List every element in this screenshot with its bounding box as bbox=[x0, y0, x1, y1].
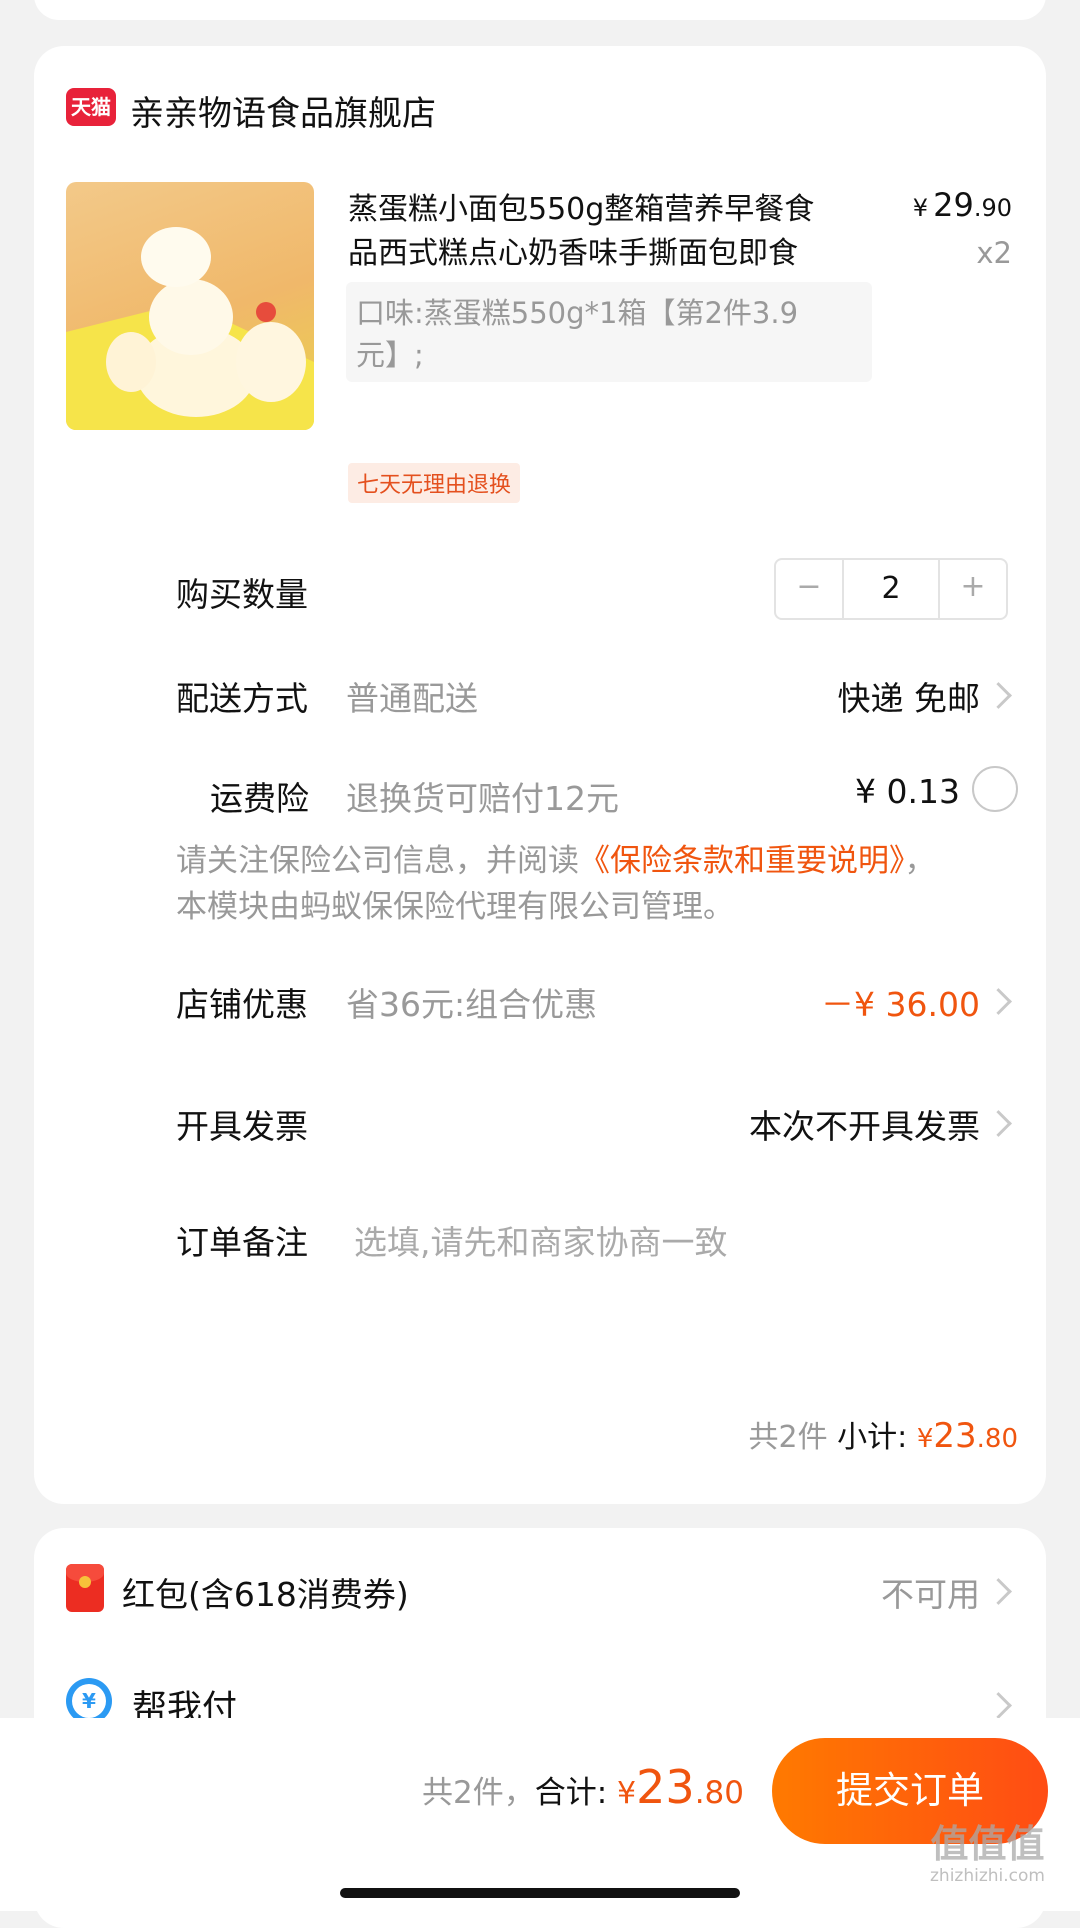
discount-desc: 省36元:组合优惠 bbox=[346, 985, 598, 1024]
quantity-stepper[interactable]: − 2 + bbox=[774, 558, 1008, 620]
chevron-right-icon bbox=[985, 1110, 1012, 1137]
order-card: 天猫 亲亲物语食品旗舰店 蒸蛋糕小面包550g整箱营养早餐食 品西式糕点心奶香味… bbox=[34, 46, 1046, 1504]
product-spec-line2: 元】; bbox=[356, 338, 424, 372]
total-summary: 共2件，合计: ¥23.80 bbox=[422, 1760, 744, 1814]
discount-label: 店铺优惠 bbox=[176, 985, 308, 1024]
subtotal-dec: .80 bbox=[976, 1424, 1018, 1454]
discount-amount: －¥ 36.00 bbox=[821, 985, 980, 1024]
invoice-label: 开具发票 bbox=[176, 1107, 308, 1146]
delivery-row[interactable]: 配送方式 普通配送 快递 免邮 bbox=[34, 646, 1046, 736]
product-spec-box[interactable]: 口味:蒸蛋糕550g*1箱【第2件3.9 元】; bbox=[346, 282, 872, 382]
home-indicator bbox=[340, 1888, 740, 1898]
yuan-circle-inner: ¥ bbox=[72, 1684, 106, 1718]
product-price: ¥ 29.90 bbox=[913, 186, 1012, 224]
remark-label: 订单备注 bbox=[176, 1223, 308, 1262]
subtotal-count: 共2件 bbox=[748, 1420, 828, 1455]
previous-card-bottom bbox=[34, 0, 1046, 20]
product-image[interactable] bbox=[66, 182, 314, 430]
watermark-sub: zhizhizhi.com bbox=[930, 1866, 1045, 1886]
return-tag: 七天无理由退换 bbox=[348, 463, 521, 503]
total-dec: .80 bbox=[694, 1775, 744, 1811]
insurance-terms-link[interactable]: 《保险条款和重要说明》 bbox=[579, 843, 905, 879]
red-packet-icon bbox=[66, 1564, 104, 1612]
price-symbol: ¥ bbox=[912, 194, 929, 222]
invoice-value: 本次不开具发票 bbox=[749, 1107, 980, 1146]
insurance-price: ¥ 0.13 bbox=[855, 772, 960, 811]
total-int: 23 bbox=[636, 1760, 695, 1814]
insurance-radio[interactable] bbox=[972, 766, 1018, 812]
subtotal-int: 23 bbox=[933, 1416, 977, 1456]
total-symbol: ¥ bbox=[617, 1776, 637, 1811]
quantity-label: 购买数量 bbox=[176, 575, 308, 614]
chevron-right-icon bbox=[985, 682, 1012, 709]
red-packet-seal bbox=[79, 1576, 91, 1588]
subtotal-label: 小计: bbox=[837, 1420, 908, 1455]
tmall-badge-icon: 天猫 bbox=[66, 88, 116, 126]
bottom-bar: 共2件，合计: ¥23.80 提交订单 值值值 zhizhizhi.com bbox=[0, 1718, 1080, 1911]
insurance-note-suffix: ， bbox=[904, 843, 936, 879]
insurance-desc: 退换货可赔付12元 bbox=[346, 779, 619, 818]
redpacket-status: 不可用 bbox=[881, 1575, 980, 1614]
subtotal: 共2件 小计: ¥23.80 bbox=[749, 1412, 1018, 1456]
total-count: 共2件， bbox=[422, 1775, 535, 1811]
watermark-main: 值值值 bbox=[930, 1822, 1045, 1866]
watermark-logo: 值值值 zhizhizhi.com bbox=[930, 1822, 1045, 1886]
product-spec-line1: 口味:蒸蛋糕550g*1箱【第2件3.9 bbox=[356, 296, 799, 330]
delivery-option: 快递 免邮 bbox=[837, 679, 981, 718]
price-int: 29 bbox=[933, 186, 974, 224]
product-title-line1[interactable]: 蒸蛋糕小面包550g整箱营养早餐食 bbox=[348, 184, 814, 228]
insurance-label: 运费险 bbox=[210, 779, 309, 818]
chevron-right-icon bbox=[985, 988, 1012, 1015]
insurance-note-line1: 请关注保险公司信息，并阅读《保险条款和重要说明》， bbox=[176, 838, 936, 884]
product-count: x2 bbox=[976, 236, 1012, 270]
redpacket-row[interactable]: 红包(含618消费券) 不可用 bbox=[34, 1548, 1046, 1638]
insurance-note: 请关注保险公司信息，并阅读《保险条款和重要说明》， 本模块由蚂蚁保保险代理有限公… bbox=[176, 838, 936, 930]
price-dec: .90 bbox=[973, 194, 1012, 222]
invoice-row[interactable]: 开具发票 本次不开具发票 bbox=[34, 1074, 1046, 1164]
insurance-note-prefix: 请关注保险公司信息，并阅读 bbox=[176, 843, 579, 879]
quantity-minus-button[interactable]: − bbox=[776, 560, 844, 618]
quantity-value[interactable]: 2 bbox=[844, 560, 938, 618]
subtotal-symbol: ¥ bbox=[916, 1424, 934, 1454]
insurance-note-line2: 本模块由蚂蚁保保险代理有限公司管理。 bbox=[176, 889, 734, 925]
chevron-right-icon bbox=[985, 1692, 1012, 1719]
total-label: 合计: bbox=[534, 1775, 608, 1811]
discount-row[interactable]: 店铺优惠 省36元:组合优惠 －¥ 36.00 bbox=[34, 952, 1046, 1042]
delivery-method: 普通配送 bbox=[346, 679, 478, 718]
product-title-line2[interactable]: 品西式糕点心奶香味手撕面包即食 bbox=[348, 228, 798, 272]
quantity-plus-button[interactable]: + bbox=[938, 560, 1006, 618]
delivery-label: 配送方式 bbox=[176, 679, 308, 718]
remark-input[interactable]: 选填,请先和商家协商一致 bbox=[354, 1216, 994, 1264]
store-name[interactable]: 亲亲物语食品旗舰店 bbox=[130, 86, 436, 135]
chevron-right-icon bbox=[985, 1578, 1012, 1605]
redpacket-label: 红包(含618消费券) bbox=[122, 1575, 409, 1614]
